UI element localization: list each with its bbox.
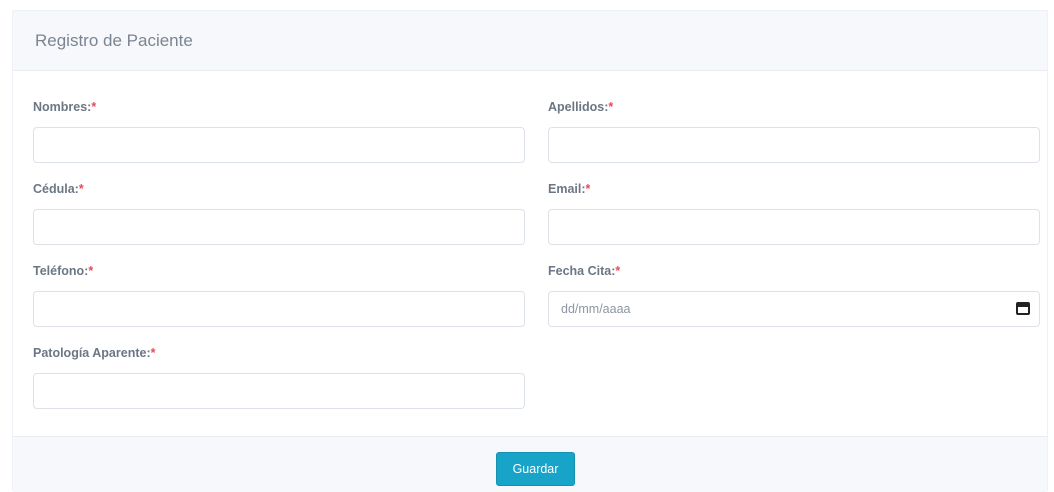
patologia-group: Patología Aparente:*	[33, 345, 525, 409]
required-mark: *	[88, 264, 94, 278]
patologia-field[interactable]	[33, 373, 525, 409]
cedula-label-text: Cédula:	[33, 182, 79, 196]
required-mark: *	[615, 264, 621, 278]
patient-registration-card: Registro de Paciente Nombres:* Apellidos…	[12, 10, 1048, 492]
fecha-cita-label: Fecha Cita:*	[548, 263, 1040, 279]
patologia-label: Patología Aparente:*	[33, 345, 525, 361]
required-mark: *	[91, 100, 97, 114]
required-mark: *	[585, 182, 591, 196]
email-label-text: Email:	[548, 182, 586, 196]
cedula-group: Cédula:*	[33, 181, 525, 245]
email-label: Email:*	[548, 181, 1040, 197]
telefono-group: Teléfono:*	[33, 263, 525, 327]
required-mark: *	[78, 182, 84, 196]
apellidos-group: Apellidos:*	[548, 99, 1040, 163]
apellidos-label: Apellidos:*	[548, 99, 1040, 115]
apellidos-field[interactable]	[548, 127, 1040, 163]
page-title: Registro de Paciente	[35, 30, 193, 50]
calendar-icon[interactable]	[1016, 302, 1030, 315]
telefono-label: Teléfono:*	[33, 263, 525, 279]
cedula-label: Cédula:*	[33, 181, 525, 197]
card-footer: Guardar	[13, 436, 1047, 492]
apellidos-label-text: Apellidos:	[548, 100, 609, 114]
save-button[interactable]: Guardar	[496, 452, 575, 486]
fecha-cita-field[interactable]	[548, 291, 1040, 327]
fecha-cita-group: Fecha Cita:* dd/mm/aaaa	[548, 263, 1040, 327]
fecha-cita-label-text: Fecha Cita:	[548, 264, 616, 278]
required-mark: *	[150, 346, 156, 360]
nombres-group: Nombres:*	[33, 99, 525, 163]
nombres-field[interactable]	[33, 127, 525, 163]
card-header: Registro de Paciente	[13, 11, 1047, 71]
cedula-field[interactable]	[33, 209, 525, 245]
telefono-label-text: Teléfono:	[33, 264, 89, 278]
email-group: Email:*	[548, 181, 1040, 245]
nombres-label: Nombres:*	[33, 99, 525, 115]
telefono-field[interactable]	[33, 291, 525, 327]
email-field[interactable]	[548, 209, 1040, 245]
form-body: Nombres:* Apellidos:* Cédula:* Email:* T…	[13, 71, 1047, 436]
patologia-label-text: Patología Aparente:	[33, 346, 151, 360]
fecha-cita-date-input: dd/mm/aaaa	[548, 291, 1040, 327]
required-mark: *	[608, 100, 614, 114]
nombres-label-text: Nombres:	[33, 100, 92, 114]
